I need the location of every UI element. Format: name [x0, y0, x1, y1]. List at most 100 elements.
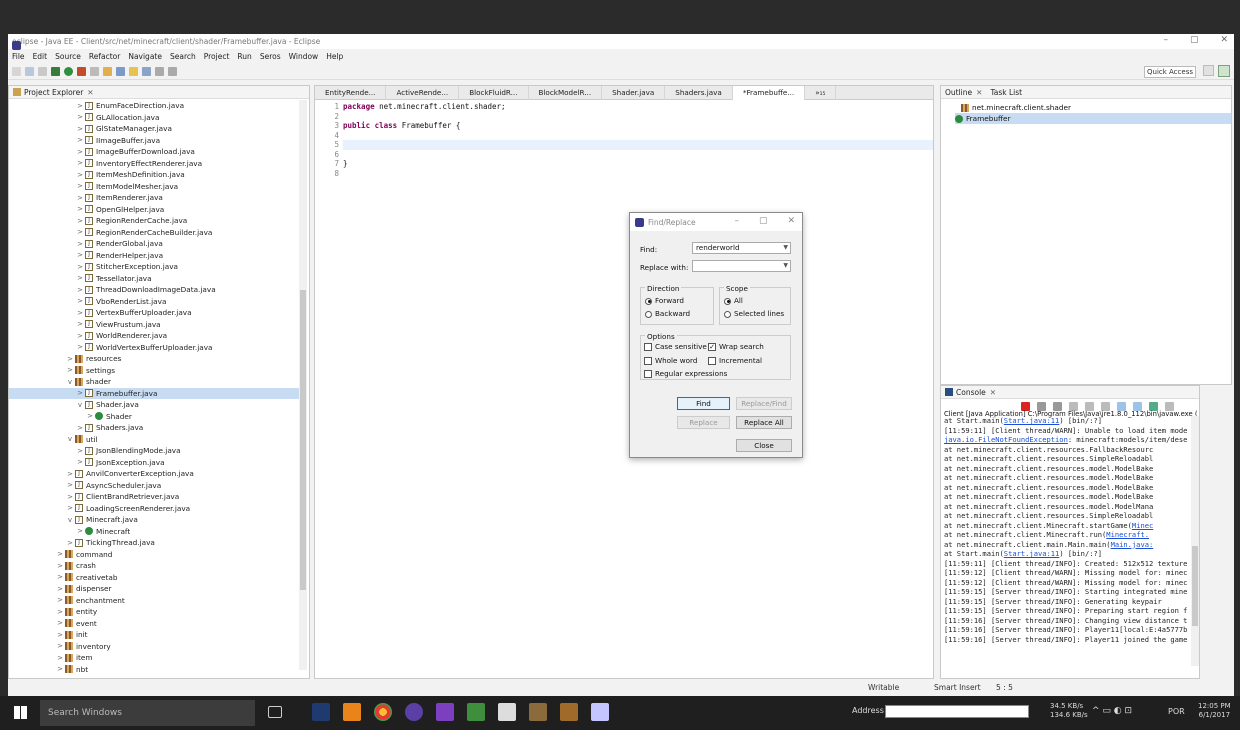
close-button[interactable]: ✕	[1220, 35, 1228, 45]
console-output[interactable]: at Start.main(Start.java:11) [bin/:?] [11…	[944, 416, 1196, 644]
tree-item[interactable]: > resources	[9, 353, 299, 365]
chevron-right-icon[interactable]: >	[65, 355, 75, 363]
security-app-icon[interactable]	[312, 703, 330, 721]
chevron-right-icon[interactable]: >	[55, 642, 65, 650]
tree-item[interactable]: > J VboRenderList.java	[9, 296, 299, 308]
tree-item[interactable]: > Minecraft	[9, 526, 299, 538]
tree-item[interactable]: > J ItemModelMesher.java	[9, 181, 299, 193]
task-view-icon[interactable]	[268, 706, 282, 718]
code-line[interactable]	[343, 140, 933, 150]
chevron-right-icon[interactable]: >	[75, 332, 85, 340]
tree-item[interactable]: > command	[9, 549, 299, 561]
new-server-icon[interactable]	[90, 67, 99, 76]
editor-tab[interactable]: Shaders.java	[665, 85, 733, 100]
chevron-right-icon[interactable]: >	[75, 182, 85, 190]
quick-access-input[interactable]: Quick Access	[1144, 66, 1196, 78]
back-icon[interactable]	[155, 67, 164, 76]
tree-item[interactable]: > J ClientBrandRetriever.java	[9, 491, 299, 503]
tree-item[interactable]: > J Shaders.java	[9, 422, 299, 434]
tree-item[interactable]: > J Tessellator.java	[9, 273, 299, 285]
tree-item[interactable]: > J TickingThread.java	[9, 537, 299, 549]
maximize-button[interactable]: ▢	[1190, 35, 1199, 45]
console-link[interactable]: java.io.FileNotFoundException	[944, 435, 1068, 444]
code-line[interactable]	[343, 131, 933, 141]
editor-tab[interactable]: Shader.java	[602, 85, 666, 100]
game-icon[interactable]	[529, 703, 547, 721]
external-tools-icon[interactable]	[77, 67, 86, 76]
tree-item[interactable]: > J ItemRenderer.java	[9, 192, 299, 204]
menu-file[interactable]: File	[12, 52, 25, 61]
menu-help[interactable]: Help	[326, 52, 343, 61]
chevron-right-icon[interactable]: >	[65, 504, 75, 512]
code-line[interactable]	[343, 112, 933, 122]
chevron-down-icon[interactable]: ▼	[783, 261, 788, 271]
case-sensitive-checkbox[interactable]: Case sensitive	[644, 342, 707, 351]
chevron-right-icon[interactable]: >	[75, 159, 85, 167]
chevron-right-icon[interactable]: >	[65, 539, 75, 547]
outline-tab[interactable]: Outline	[945, 88, 972, 97]
tree-item[interactable]: > J VertexBufferUploader.java	[9, 307, 299, 319]
replace-input[interactable]: ▼	[692, 260, 791, 272]
chevron-right-icon[interactable]: >	[55, 619, 65, 627]
tree-item[interactable]: > J StitcherException.java	[9, 261, 299, 273]
editor-tab[interactable]: EntityRende...	[315, 85, 387, 100]
tree-item[interactable]: > J WorldRenderer.java	[9, 330, 299, 342]
dialog-minimize-button[interactable]: –	[734, 216, 739, 226]
chevron-right-icon[interactable]: >	[75, 240, 85, 248]
minecraft-launcher-icon[interactable]	[467, 703, 485, 721]
debug-icon[interactable]	[51, 67, 60, 76]
console-scrollbar[interactable]	[1191, 416, 1199, 666]
close-icon[interactable]: ✕	[990, 388, 996, 397]
menu-edit[interactable]: Edit	[33, 52, 48, 61]
tree-item[interactable]: > J ImageBufferDownload.java	[9, 146, 299, 158]
new-icon[interactable]	[12, 67, 21, 76]
chevron-right-icon[interactable]: >	[75, 320, 85, 328]
tree-item[interactable]: > J AsyncScheduler.java	[9, 480, 299, 492]
run-icon[interactable]	[64, 67, 73, 76]
perspective-icon[interactable]	[1203, 65, 1214, 76]
editor-tab[interactable]: *Framebuffe...	[732, 85, 806, 100]
chevron-right-icon[interactable]: >	[75, 228, 85, 236]
project-explorer-title[interactable]: Project Explorer	[24, 88, 83, 97]
chevron-right-icon[interactable]: >	[55, 585, 65, 593]
tree-item[interactable]: > J OpenGlHelper.java	[9, 204, 299, 216]
code-line[interactable]	[343, 150, 933, 160]
search-icon[interactable]	[116, 67, 125, 76]
chevron-right-icon[interactable]: >	[75, 309, 85, 317]
windows-start-icon[interactable]	[14, 706, 27, 719]
chevron-right-icon[interactable]: >	[65, 493, 75, 501]
tree-scrollbar[interactable]	[299, 100, 307, 670]
tree-item[interactable]: v shader	[9, 376, 299, 388]
menu-run[interactable]: Run	[237, 52, 251, 61]
tree-item[interactable]: > nbt	[9, 664, 299, 676]
tree-item[interactable]: > J InventoryEffectRenderer.java	[9, 158, 299, 170]
chest-icon[interactable]	[560, 703, 578, 721]
language-indicator[interactable]: POR	[1168, 707, 1185, 716]
chevron-right-icon[interactable]: >	[65, 481, 75, 489]
all-radio[interactable]: All	[724, 296, 743, 305]
chevron-right-icon[interactable]: >	[75, 343, 85, 351]
outline-package[interactable]: net.minecraft.client.shader	[961, 102, 1231, 113]
console-link[interactable]: Minecraft.	[1106, 530, 1149, 539]
java-ee-perspective-icon[interactable]	[1218, 65, 1230, 77]
console-title[interactable]: Console	[956, 388, 986, 397]
editor-tab[interactable]: »₁₅	[805, 85, 837, 100]
tree-item[interactable]: v J Minecraft.java	[9, 514, 299, 526]
close-icon[interactable]: ✕	[87, 88, 93, 97]
chevron-right-icon[interactable]: >	[75, 389, 85, 397]
tree-item[interactable]: > J ThreadDownloadImageData.java	[9, 284, 299, 296]
dialog-close-button[interactable]: ✕	[787, 216, 795, 226]
tree-item[interactable]: > init	[9, 629, 299, 641]
forward-icon[interactable]	[168, 67, 177, 76]
scroll-thumb[interactable]	[300, 290, 306, 590]
forward-radio[interactable]: Forward	[645, 296, 684, 305]
code-line[interactable]: package net.minecraft.client.shader;	[343, 102, 933, 112]
chevron-right-icon[interactable]: >	[55, 562, 65, 570]
minimize-button[interactable]: –	[1163, 35, 1168, 45]
menu-project[interactable]: Project	[204, 52, 230, 61]
tree-item[interactable]: > J LoadingScreenRenderer.java	[9, 503, 299, 515]
editor-tab[interactable]: BlockModelR...	[529, 85, 603, 100]
chevron-right-icon[interactable]: >	[55, 665, 65, 673]
chevron-right-icon[interactable]: >	[75, 125, 85, 133]
chevron-right-icon[interactable]: >	[75, 251, 85, 259]
